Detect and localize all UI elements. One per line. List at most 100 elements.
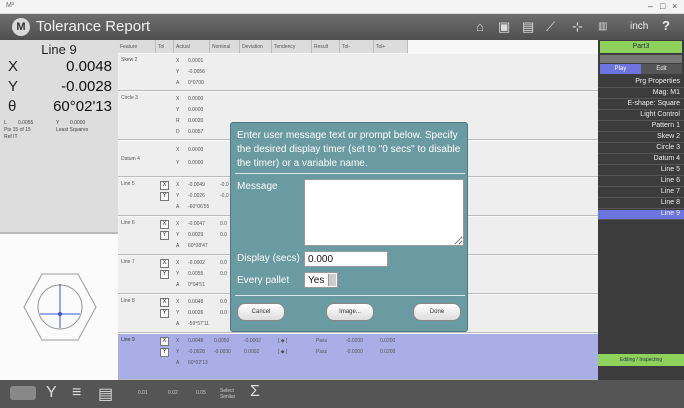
axis-label: Y [176,69,180,75]
play-tab[interactable]: Play [600,64,641,74]
header-tendency[interactable]: Tendency [272,40,312,53]
header-actual[interactable]: Actual [174,40,210,53]
header-tol-plus[interactable]: Tol+ [374,40,408,53]
step-line-6[interactable]: Line 6 [598,177,684,187]
row-feature: Line 8 [121,298,135,304]
camera-icon[interactable]: ▣ [498,19,510,35]
tol-checkbox-y[interactable]: Y [160,348,169,357]
feature-tool-icon[interactable]: Y [46,384,57,402]
x-value: 0.0048 [66,58,112,75]
tol-001-button[interactable]: 0.01 [138,390,148,396]
done-button[interactable]: Done [413,303,461,321]
tol-checkbox-x[interactable]: X [160,181,169,190]
part-button[interactable]: Part3 [600,41,682,53]
step-pattern-1[interactable]: Pattern 1 [598,122,684,132]
message-label: Message [237,181,278,192]
report-icon[interactable]: ▤ [98,384,113,404]
step-mag[interactable]: Mag: M1 [598,89,684,99]
tol-checkbox-y[interactable]: Y [160,309,169,318]
display-icon[interactable]: ▤ [522,19,534,35]
table-row-line-9[interactable]: Line 9 X Y X 0.0048 0.0050 -0.0002 [ ◆ ] Pass… [118,334,598,380]
minimize-button[interactable]: – [648,1,653,11]
cancel-button[interactable]: Cancel [237,303,285,321]
actual-value: 0.0057 [188,129,204,135]
axis-label: A [176,243,180,249]
x-label: X [8,58,19,75]
nominal-value: 0.0 [220,299,227,305]
tol-checkbox-y[interactable]: Y [160,270,169,279]
edit-tab[interactable]: Edit [641,64,682,74]
actual-value: 0.0001 [188,58,204,64]
part-slider[interactable] [600,55,682,63]
ruler-icon[interactable]: ▥ [598,21,607,32]
tol-002-button[interactable]: 0.02 [168,390,178,396]
step-e-shape[interactable]: E-shape: Square [598,100,684,110]
header-result[interactable]: Result [312,40,340,53]
nominal-value: 0.0 [220,271,227,277]
header-deviation[interactable]: Deviation [240,40,272,53]
header-nominal[interactable]: Nominal [210,40,240,53]
sigma-icon[interactable]: Σ [250,383,260,401]
deviation-value: -0.0002 [244,338,261,344]
header-tol[interactable]: Tol [156,40,174,53]
actual-value: -60°06'55 [188,204,210,210]
close-button[interactable]: × [672,1,677,11]
every-pallet-toggle[interactable]: Yes [304,272,338,288]
tol-005-button[interactable]: 0.05 [196,390,206,396]
row-feature: Circle 3 [121,95,138,101]
stat-y-value: 0.0000 [70,120,86,126]
step-datum-4[interactable]: Datum 4 [598,155,684,165]
tol-checkbox-x[interactable]: X [160,298,169,307]
axis-label: Y [176,193,180,199]
home-icon[interactable]: ⌂ [476,19,484,34]
axis-label: X [176,221,180,227]
logo: M [12,18,30,36]
actual-value: -0.0028 [188,349,205,355]
ruler-tool-icon[interactable] [10,386,36,400]
step-line-7[interactable]: Line 7 [598,188,684,198]
tol-checkbox-x[interactable]: X [160,259,169,268]
axis-label: X [176,182,180,188]
actual-value: 0.0000 [188,160,204,166]
nominal-value: -0.0 [220,193,229,199]
step-line-5[interactable]: Line 5 [598,166,684,176]
step-skew-2[interactable]: Skew 2 [598,133,684,143]
step-line-9[interactable]: Line 9 [598,210,684,220]
every-pallet-label: Every pallet [237,275,290,286]
result-value: Pass [316,349,328,355]
table-row-skew-2[interactable]: Skew 2 X 0.0001 Y -0.0056 A 0°0700 [118,54,598,91]
actual-value: 0°04'51 [188,282,205,288]
axis-label: A [176,360,180,366]
actual-value: 0.0020 [188,118,204,124]
select-similar-button[interactable]: Select Similar [220,388,244,400]
display-secs-input[interactable]: 0.000 [304,251,388,267]
feature-graphic[interactable] [0,232,118,380]
play-edit-toggle[interactable]: Play Edit [600,64,682,74]
tendency-bar: [ ◆ ] [278,338,288,344]
tol-checkbox-y[interactable]: Y [160,192,169,201]
step-prg-properties[interactable]: Prg Properties [598,78,684,88]
help-button[interactable]: ? [662,18,670,33]
step-line-8[interactable]: Line 8 [598,199,684,209]
app-title: Tolerance Report [36,18,151,35]
row-feature: Line 5 [121,181,135,187]
tol-checkbox-x[interactable]: X [160,220,169,229]
nominal-value: 0.0050 [214,338,230,344]
step-circle-3[interactable]: Circle 3 [598,144,684,154]
unit-label[interactable]: inch [630,21,648,32]
toggle-knob[interactable] [328,274,336,286]
tol-checkbox-y[interactable]: Y [160,231,169,240]
image-button[interactable]: Image... [326,303,374,321]
list-icon[interactable]: ≡ [72,384,81,402]
axis-icon[interactable]: ⊹ [572,19,583,35]
header-tol-minus[interactable]: Tol- [340,40,374,53]
nominal-value: -0.0030 [214,349,231,355]
fit-method: Least Squares [56,127,89,133]
nominal-value: 0.0 [220,232,227,238]
tol-checkbox-x[interactable]: X [160,337,169,346]
message-input[interactable] [304,179,464,246]
step-light-control[interactable]: Light Control [598,111,684,121]
header-feature[interactable]: Feature [118,40,156,53]
maximize-button[interactable]: □ [660,1,665,11]
probe-icon[interactable]: ⟋ [546,19,555,35]
